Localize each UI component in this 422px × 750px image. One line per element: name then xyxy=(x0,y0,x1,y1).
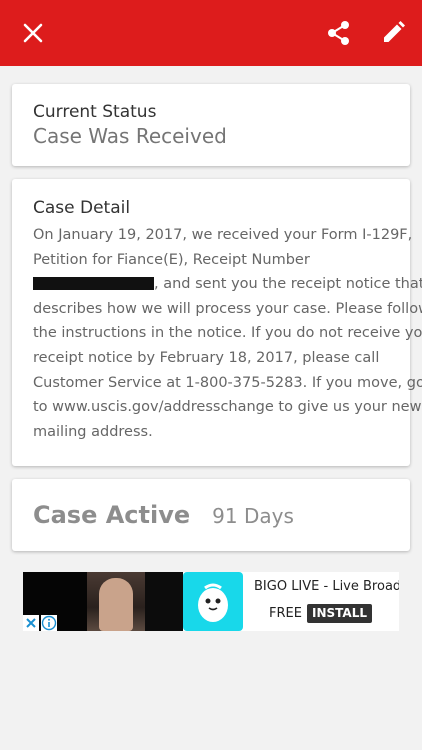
case-active-days: 91 Days xyxy=(212,504,294,528)
ad-info-button[interactable] xyxy=(41,615,57,631)
bigo-logo-icon xyxy=(183,572,243,631)
detail-line: mailing address. xyxy=(33,423,153,440)
ad-photo-figure xyxy=(99,578,133,631)
detail-line: Petition for Fiance(E), Receipt Number xyxy=(33,251,310,268)
case-detail-text: On January 19, 2017, we received your Fo… xyxy=(33,223,422,444)
detail-line-with-redaction: , and sent you the receipt notice that xyxy=(33,272,422,297)
info-icon xyxy=(41,615,57,631)
detail-line: the instructions in the notice. If you d… xyxy=(33,325,422,342)
current-status-label: Current Status xyxy=(33,102,157,122)
ad-photo-panel xyxy=(145,572,183,631)
case-active-card: Case Active 91 Days xyxy=(12,479,410,551)
case-detail-label: Case Detail xyxy=(33,198,131,218)
case-active-label: Case Active xyxy=(33,501,191,529)
ad-banner[interactable]: BIGO LIVE - Live Broad... FREE INSTALL xyxy=(23,572,399,631)
current-status-card: Current Status Case Was Received xyxy=(12,84,410,166)
close-icon xyxy=(23,23,43,43)
detail-line: to www.uscis.gov/addresschange to give u… xyxy=(33,399,422,416)
case-active-row: Case Active 91 Days xyxy=(33,479,389,551)
share-icon xyxy=(328,21,349,45)
close-button[interactable] xyxy=(17,17,49,49)
close-icon xyxy=(26,618,36,628)
ad-close-button[interactable] xyxy=(23,615,39,631)
share-button[interactable] xyxy=(322,17,354,49)
edit-button[interactable] xyxy=(377,17,409,49)
detail-line: Customer Service at 1-800-375-5283. If y… xyxy=(33,374,422,391)
detail-line: , and sent you the receipt notice that xyxy=(154,276,422,293)
ad-install-button[interactable]: INSTALL xyxy=(307,604,372,623)
detail-line: On January 19, 2017, we received your Fo… xyxy=(33,227,413,243)
current-status-value: Case Was Received xyxy=(33,124,227,148)
app-toolbar xyxy=(0,0,422,66)
detail-line: receipt notice by February 18, 2017, ple… xyxy=(33,349,380,366)
ad-title: BIGO LIVE - Live Broad... xyxy=(254,579,399,594)
ad-price: FREE xyxy=(269,606,302,621)
detail-line: describes how we will process your case.… xyxy=(33,300,422,317)
case-detail-card: Case Detail On January 19, 2017, we rece… xyxy=(12,179,422,466)
edit-icon xyxy=(384,21,405,42)
redacted-receipt-number xyxy=(33,277,154,291)
